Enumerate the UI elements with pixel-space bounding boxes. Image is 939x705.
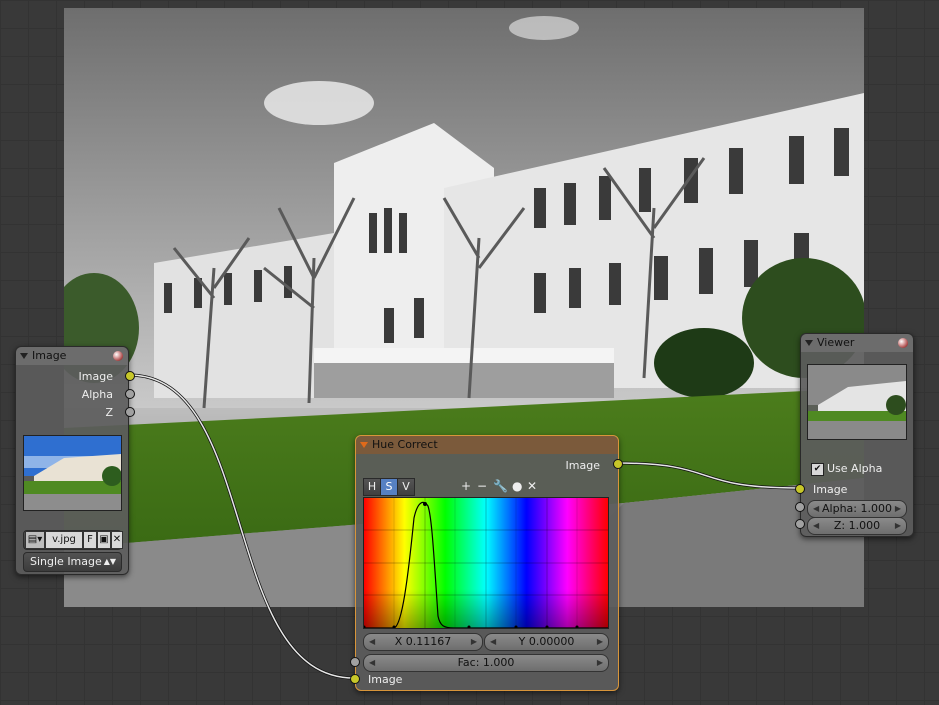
curve-grid	[364, 498, 608, 628]
use-alpha-checkbox[interactable]: ✔	[811, 463, 824, 476]
viewer-z-input-socket[interactable]	[795, 519, 805, 529]
increment-arrow-icon[interactable]: ▶	[471, 634, 477, 650]
decrement-arrow-icon[interactable]: ◀	[369, 634, 375, 650]
reset-icon[interactable]: ✕	[527, 479, 537, 493]
output-alpha-label: Alpha	[81, 388, 113, 401]
alpha-output-socket[interactable]	[125, 389, 135, 399]
increment-arrow-icon[interactable]: ▶	[597, 634, 603, 650]
fac-value: Fac: 1.000	[457, 656, 515, 669]
output-image-label: Image	[78, 370, 113, 383]
decrement-arrow-icon[interactable]: ◀	[490, 634, 496, 650]
increment-arrow-icon[interactable]: ▶	[895, 518, 901, 534]
viewer-image-input-socket[interactable]	[795, 484, 805, 494]
y-value-field[interactable]: ◀ Y 0.00000 ▶	[484, 633, 609, 651]
viewer-node-header[interactable]: Viewer	[801, 334, 913, 352]
viewer-alpha-input-socket[interactable]	[795, 502, 805, 512]
hue-image-input-socket[interactable]	[350, 674, 360, 684]
image-thumbnail	[23, 435, 122, 511]
image-node-header[interactable]: Image	[16, 347, 128, 365]
x-value-field[interactable]: ◀ X 0.11167 ▶	[363, 633, 483, 651]
source-type-dropdown[interactable]: Single Image ▲▼	[23, 552, 122, 572]
open-file-icon[interactable]: ▣	[97, 531, 111, 549]
curve-control-points	[364, 502, 579, 628]
thumbnail-photo	[24, 436, 121, 510]
dropdown-arrows-icon: ▲▼	[103, 557, 116, 566]
alpha-value: Alpha: 1.000	[822, 502, 892, 515]
y-value: Y 0.00000	[518, 635, 575, 648]
collapse-arrow-icon[interactable]	[805, 340, 813, 346]
input-image-label: Image	[368, 673, 403, 686]
fake-user-button[interactable]: F	[83, 531, 97, 549]
zoom-in-icon[interactable]: +	[461, 479, 471, 493]
collapse-arrow-icon[interactable]	[360, 442, 368, 448]
preview-toggle-icon[interactable]	[113, 351, 123, 361]
source-type-value: Single Image	[30, 555, 102, 568]
x-value: X 0.11167	[394, 635, 452, 648]
unlink-icon[interactable]: ✕	[111, 531, 123, 549]
clipping-dot-icon[interactable]: ●	[512, 479, 522, 493]
viewer-node[interactable]: Viewer ✔ Use Alpha Image ◀ Alpha: 1.000 …	[800, 333, 914, 537]
use-alpha-label: Use Alpha	[827, 462, 883, 475]
z-output-socket[interactable]	[125, 407, 135, 417]
tab-h[interactable]: H	[363, 478, 381, 496]
decrement-arrow-icon[interactable]: ◀	[813, 501, 819, 517]
viewer-thumbnail	[807, 364, 907, 440]
hue-output-socket[interactable]	[613, 459, 623, 469]
fac-field[interactable]: ◀ Fac: 1.000 ▶	[363, 654, 609, 672]
zoom-out-icon[interactable]: −	[477, 479, 487, 493]
tab-s[interactable]: S	[380, 478, 398, 496]
node-title: Image	[32, 349, 67, 362]
wrench-icon[interactable]: 🔧	[493, 479, 508, 493]
collapse-arrow-icon[interactable]	[20, 353, 28, 359]
image-output-socket[interactable]	[125, 371, 135, 381]
hue-correct-node[interactable]: Hue Correct Image H S V + − 🔧 ● ✕ ◀ X 0.…	[355, 435, 619, 691]
increment-arrow-icon[interactable]: ▶	[895, 501, 901, 517]
image-selector[interactable]: ▤▾ v.jpg F ▣ ✕	[23, 530, 123, 550]
decrement-arrow-icon[interactable]: ◀	[369, 655, 375, 671]
tab-v[interactable]: V	[397, 478, 415, 496]
increment-arrow-icon[interactable]: ▶	[597, 655, 603, 671]
node-title: Viewer	[817, 336, 855, 349]
input-image-label: Image	[813, 483, 848, 496]
hue-curve-editor[interactable]	[363, 497, 609, 629]
z-field[interactable]: ◀ Z: 1.000 ▶	[807, 517, 907, 535]
image-browse-icon[interactable]: ▤▾	[25, 531, 45, 549]
output-image-label: Image	[565, 459, 600, 472]
image-node[interactable]: Image Image Alpha Z ▤▾ v.jpg F ▣ ✕ Singl…	[15, 346, 129, 575]
hue-node-header[interactable]: Hue Correct	[356, 436, 618, 454]
decrement-arrow-icon[interactable]: ◀	[813, 518, 819, 534]
alpha-field[interactable]: ◀ Alpha: 1.000 ▶	[807, 500, 907, 518]
output-z-label: Z	[105, 406, 113, 419]
preview-toggle-icon[interactable]	[898, 338, 908, 348]
thumbnail-photo	[808, 365, 906, 439]
node-title: Hue Correct	[372, 438, 438, 451]
image-filename[interactable]: v.jpg	[45, 531, 83, 549]
hue-fac-input-socket[interactable]	[350, 657, 360, 667]
z-value: Z: 1.000	[833, 519, 881, 532]
